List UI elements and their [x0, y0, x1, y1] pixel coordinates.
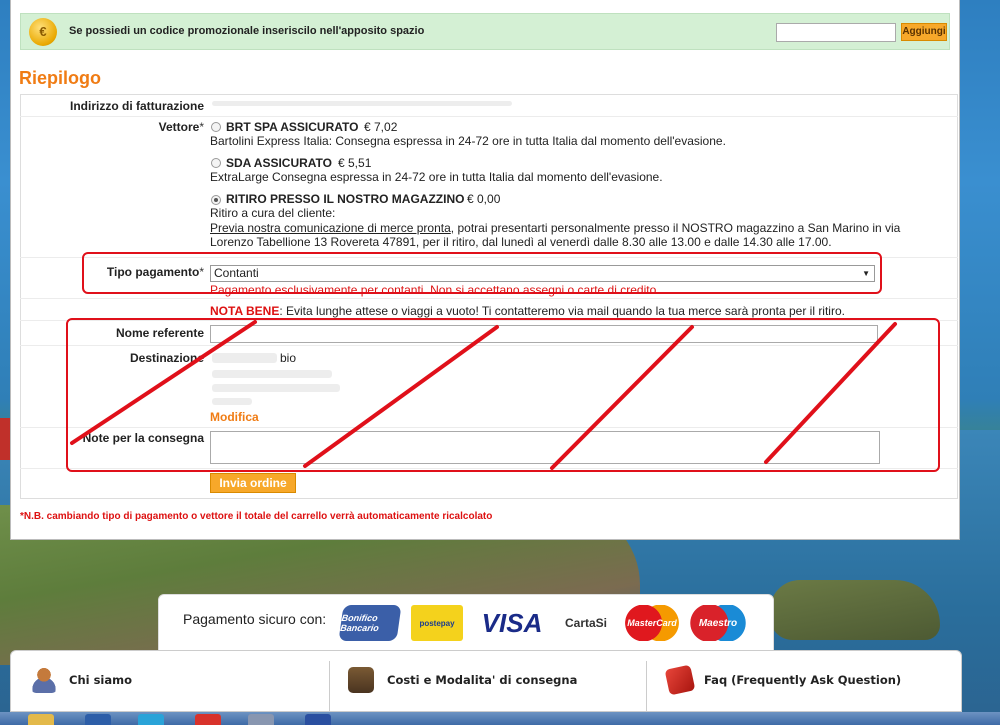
taskbar: [0, 712, 1000, 725]
taskbar-app-icon[interactable]: [85, 714, 111, 725]
taskbar-app-icon[interactable]: [28, 714, 54, 725]
secure-payment-label: Pagamento sicuro con:: [183, 611, 327, 627]
footer-links-bar: Chi siamo Costi e Modalita' di consegna …: [10, 650, 962, 712]
truck-icon: [348, 667, 374, 693]
faq-icon: [664, 664, 696, 696]
taskbar-app-icon[interactable]: [248, 714, 274, 725]
strike-line: [550, 325, 694, 470]
footer-link-chi-siamo[interactable]: Chi siamo: [11, 651, 329, 713]
footer-link-consegna[interactable]: Costi e Modalita' di consegna: [330, 651, 646, 713]
bonifico-logo: Bonifico Bancario: [338, 605, 402, 641]
taskbar-app-icon[interactable]: [305, 714, 331, 725]
strike-line: [303, 325, 499, 468]
visa-logo: VISA: [481, 607, 543, 638]
cartasi-logo: CartaSi: [564, 616, 608, 630]
maestro-logo: Maestro: [689, 605, 747, 641]
postepay-logo: postepay: [411, 605, 463, 641]
footer-link-faq[interactable]: Faq (Frequently Ask Question): [647, 651, 961, 713]
mastercard-logo: MasterCard: [624, 605, 680, 641]
people-icon: [31, 667, 57, 693]
taskbar-app-icon[interactable]: [195, 714, 221, 725]
secure-payment-banner: Pagamento sicuro con: Bonifico Bancario …: [158, 594, 774, 652]
strike-line: [764, 322, 897, 464]
strike-line: [70, 320, 257, 445]
taskbar-app-icon[interactable]: [138, 714, 164, 725]
